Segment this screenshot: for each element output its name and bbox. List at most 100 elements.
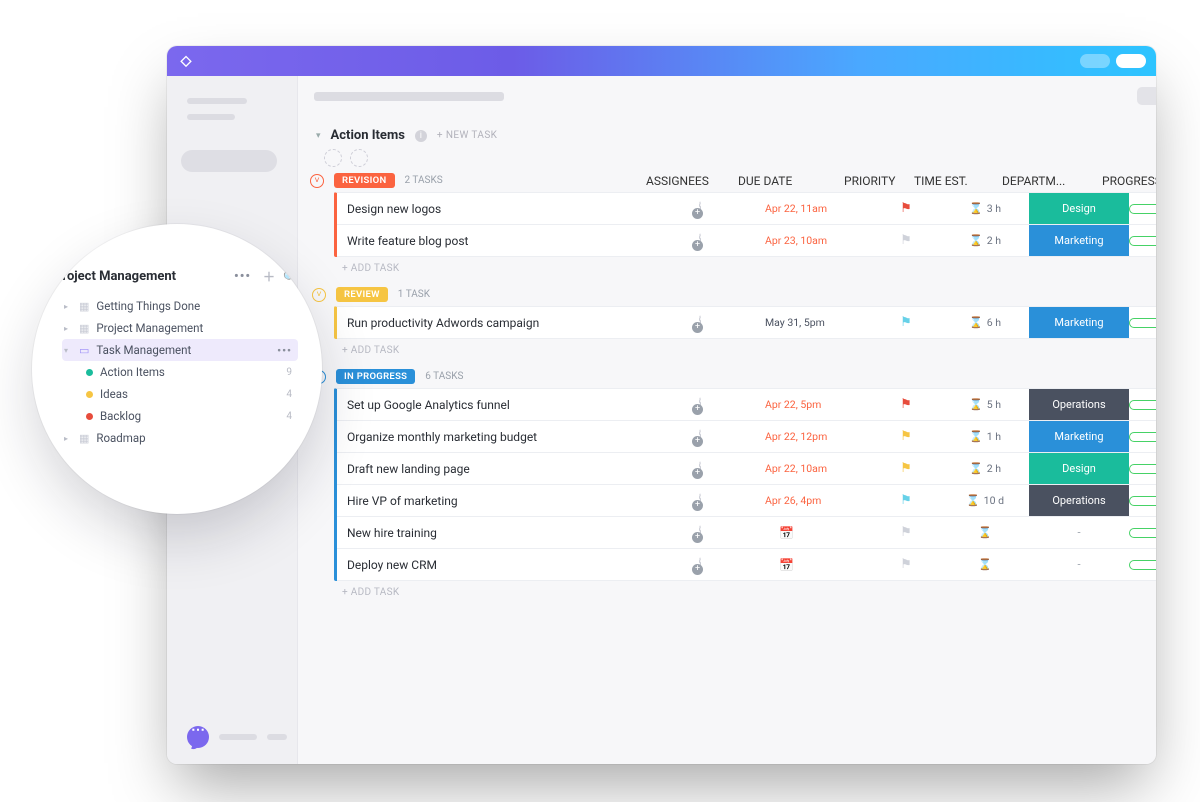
task-title[interactable]: Design new logos <box>337 202 673 216</box>
flag-icon[interactable]: ⚑ <box>871 315 941 330</box>
task-due[interactable]: May 31, 5pm <box>765 316 871 329</box>
chevron-down-icon[interactable]: ▾ <box>316 131 321 141</box>
col-priority[interactable]: PRIORITY <box>844 174 914 188</box>
col-due-date[interactable]: DUE DATE <box>738 174 844 188</box>
task-progress[interactable]: 0% <box>1129 203 1156 214</box>
new-task-button[interactable]: + NEW TASK <box>437 130 497 141</box>
task-time-est[interactable]: ⌛2 h <box>941 462 1029 475</box>
task-due[interactable]: Apr 23, 10am <box>765 234 871 247</box>
task-row[interactable]: Draft new landing page Apr 22, 10am⚑⌛2 hD… <box>337 453 1156 485</box>
add-task-button[interactable]: + ADD TASK <box>334 257 1156 276</box>
assignee-add-icon[interactable] <box>699 493 701 509</box>
task-progress[interactable]: 0% <box>1129 317 1156 328</box>
task-time-est[interactable]: ⌛ <box>941 558 1029 571</box>
assignee-add-icon[interactable] <box>699 397 701 413</box>
task-department[interactable]: - <box>1029 517 1129 548</box>
task-progress[interactable]: 0% <box>1129 559 1156 570</box>
status-pill[interactable]: REVISION <box>334 173 395 188</box>
task-title[interactable]: New hire training <box>337 526 673 540</box>
filter-chip-icon[interactable] <box>324 149 342 167</box>
assignee-add-icon[interactable] <box>699 315 701 331</box>
task-department[interactable]: - <box>1029 549 1129 580</box>
status-pill[interactable]: REVIEW <box>336 287 388 302</box>
task-time-est[interactable]: ⌛6 h <box>941 316 1029 329</box>
task-department[interactable]: Operations <box>1029 389 1129 420</box>
assignee-add-icon[interactable] <box>699 461 701 477</box>
task-row[interactable]: Run productivity Adwords campaign May 31,… <box>337 307 1156 339</box>
task-row[interactable]: Design new logosApr 22, 11am⚑⌛3 hDesign0… <box>337 193 1156 225</box>
sidebar-list[interactable]: Backlog4 <box>62 405 298 427</box>
task-due[interactable]: Apr 26, 4pm <box>765 494 871 507</box>
sidebar-search[interactable] <box>181 150 277 172</box>
task-row[interactable]: Set up Google Analytics funnel Apr 22, 5p… <box>337 389 1156 421</box>
sidebar-list[interactable]: Ideas4 <box>62 383 298 405</box>
task-title[interactable]: Run productivity Adwords campaign <box>337 316 673 330</box>
task-department[interactable]: Marketing <box>1029 421 1129 452</box>
assignee-add-icon[interactable] <box>699 233 701 249</box>
task-row[interactable]: Deploy new CRM 📅⚑⌛-0% <box>337 549 1156 581</box>
task-time-est[interactable]: ⌛5 h <box>941 398 1029 411</box>
task-due[interactable]: Apr 22, 12pm <box>765 430 871 443</box>
task-title[interactable]: Hire VP of marketing <box>337 494 673 508</box>
flag-icon[interactable]: ⚑ <box>871 397 941 412</box>
task-progress[interactable]: 0% <box>1129 463 1156 474</box>
task-department[interactable]: Design <box>1029 453 1129 484</box>
task-title[interactable]: Write feature blog post <box>337 234 673 248</box>
task-due[interactable]: Apr 22, 10am <box>765 462 871 475</box>
col-time-est[interactable]: TIME EST. <box>914 174 1002 188</box>
add-task-button[interactable]: + ADD TASK <box>334 339 1156 358</box>
flag-icon[interactable]: ⚑ <box>871 557 941 572</box>
titlebar-toggle-b[interactable] <box>1116 54 1146 68</box>
col-progress[interactable]: PROGRESS <box>1102 174 1156 188</box>
calendar-icon[interactable]: 📅 <box>765 526 871 540</box>
task-time-est[interactable]: ⌛1 h <box>941 430 1029 443</box>
task-department[interactable]: Marketing <box>1029 225 1129 256</box>
flag-icon[interactable]: ⚑ <box>871 525 941 540</box>
add-task-button[interactable]: + ADD TASK <box>334 581 1156 600</box>
titlebar-toggle-a[interactable] <box>1080 54 1110 68</box>
calendar-icon[interactable]: 📅 <box>765 558 871 572</box>
flag-icon[interactable]: ⚑ <box>871 233 941 248</box>
sidebar-folder[interactable]: ▸▦Getting Things Done <box>62 295 298 317</box>
assignee-add-icon[interactable] <box>699 201 701 217</box>
task-row[interactable]: Organize monthly marketing budget Apr 22,… <box>337 421 1156 453</box>
col-assignees[interactable]: ASSIGNEES <box>646 174 738 188</box>
more-icon[interactable]: ••• <box>234 269 255 284</box>
task-time-est[interactable]: ⌛10 d <box>941 494 1029 507</box>
flag-icon[interactable]: ⚑ <box>871 461 941 476</box>
task-progress[interactable]: 0% <box>1129 235 1156 246</box>
view-toggle-a[interactable] <box>1137 87 1156 105</box>
status-collapse-icon[interactable]: ˅ <box>312 288 326 302</box>
task-department[interactable]: Operations <box>1029 485 1129 516</box>
task-time-est[interactable]: ⌛ <box>941 526 1029 539</box>
filter-chip-icon[interactable] <box>350 149 368 167</box>
sidebar-folder[interactable]: ▸▦Project Management <box>62 317 298 339</box>
status-collapse-icon[interactable]: ˅ <box>310 174 324 188</box>
assignee-add-icon[interactable] <box>699 557 701 573</box>
sidebar-list[interactable]: Action Items9 <box>62 361 298 383</box>
task-title[interactable]: Deploy new CRM <box>337 558 673 572</box>
task-row[interactable]: New hire training 📅⚑⌛-0% <box>337 517 1156 549</box>
task-department[interactable]: Marketing <box>1029 307 1129 338</box>
task-due[interactable]: Apr 22, 5pm <box>765 398 871 411</box>
task-title[interactable]: Organize monthly marketing budget <box>337 430 673 444</box>
task-time-est[interactable]: ⌛2 h <box>941 234 1029 247</box>
chat-icon[interactable] <box>187 726 209 748</box>
task-progress[interactable]: 0% <box>1129 431 1156 442</box>
sidebar-folder[interactable]: ▾▭Task Management••• <box>62 339 298 361</box>
info-icon[interactable]: i <box>415 130 427 142</box>
task-title[interactable]: Set up Google Analytics funnel <box>337 398 673 412</box>
task-progress[interactable]: 0% <box>1129 399 1156 410</box>
task-row[interactable]: Hire VP of marketing Apr 26, 4pm⚑⌛10 dOpe… <box>337 485 1156 517</box>
assignee-add-icon[interactable] <box>699 525 701 541</box>
flag-icon[interactable]: ⚑ <box>871 201 941 216</box>
flag-icon[interactable]: ⚑ <box>871 429 941 444</box>
status-pill[interactable]: IN PROGRESS <box>336 369 415 384</box>
task-title[interactable]: Draft new landing page <box>337 462 673 476</box>
task-progress[interactable]: 0% <box>1129 495 1156 506</box>
task-progress[interactable]: 0% <box>1129 527 1156 538</box>
task-row[interactable]: Write feature blog post Apr 23, 10am⚑⌛2 h… <box>337 225 1156 257</box>
col-department[interactable]: DEPARTM... <box>1002 174 1102 188</box>
flag-icon[interactable]: ⚑ <box>871 493 941 508</box>
plus-icon[interactable]: ＋ <box>263 268 275 285</box>
